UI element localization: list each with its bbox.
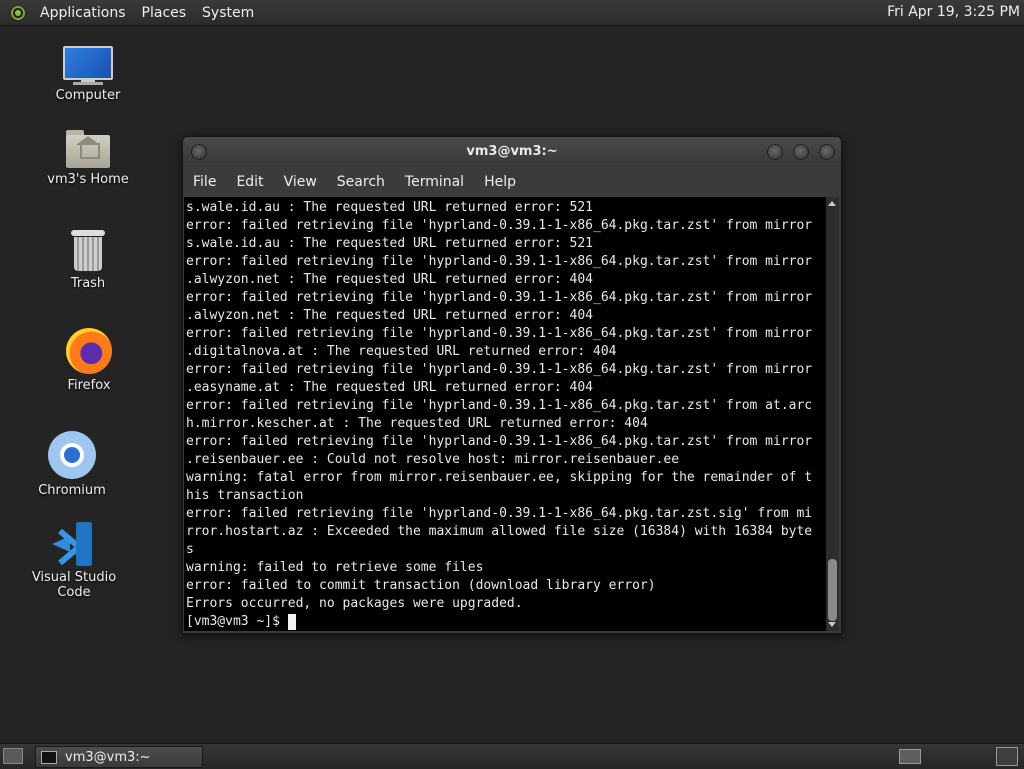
terminal-line: rror.hostart.az : Exceeded the maximum a… <box>186 524 813 539</box>
terminal-line: error: failed retrieving file 'hyprland-… <box>186 362 813 377</box>
desktop-icon-label: Firefox <box>67 378 111 393</box>
terminal-line: error: failed retrieving file 'hyprland-… <box>186 398 813 413</box>
window-titlebar[interactable]: vm3@vm3:~ <box>183 137 841 167</box>
terminal-line: error: failed retrieving file 'hyprland-… <box>186 506 813 521</box>
desktop-icon-label: Chromium <box>38 483 106 498</box>
minimize-button[interactable] <box>767 144 783 160</box>
terminal-line: error: failed retrieving file 'hyprland-… <box>186 218 813 233</box>
menu-applications[interactable]: Applications <box>32 5 134 21</box>
vscode-icon <box>52 522 96 566</box>
desktop-icon-label: Computer <box>55 88 121 103</box>
terminal-line: error: failed to commit transaction (dow… <box>186 578 656 593</box>
terminal-line: error: failed retrieving file 'hyprland-… <box>186 290 813 305</box>
close-button[interactable] <box>819 144 835 160</box>
chromium-icon <box>48 431 96 479</box>
desktop-icon-chromium[interactable]: Chromium <box>12 431 132 498</box>
desktop-icon-trash[interactable]: Trash <box>28 230 148 291</box>
terminal-line: .digitalnova.at : The requested URL retu… <box>186 344 617 359</box>
menu-search[interactable]: Search <box>327 174 395 190</box>
menu-file[interactable]: File <box>183 174 226 190</box>
scroll-up-icon[interactable] <box>828 201 836 206</box>
firefox-icon <box>66 328 112 374</box>
terminal-line: .reisenbauer.ee : Could not resolve host… <box>186 452 680 467</box>
terminal-line: error: failed retrieving file 'hyprland-… <box>186 254 813 269</box>
scroll-down-icon[interactable] <box>828 622 836 627</box>
prompt-line: [vm3@vm3 ~]$ <box>186 613 826 631</box>
menu-help[interactable]: Help <box>474 174 526 190</box>
menu-places[interactable]: Places <box>134 5 195 21</box>
terminal-window: vm3@vm3:~ File Edit View Search Terminal… <box>182 136 842 634</box>
scrollbar-thumb[interactable] <box>828 559 837 621</box>
terminal-output[interactable]: s.wale.id.au : The requested URL returne… <box>184 197 826 631</box>
terminal-scrollbar[interactable] <box>826 197 839 631</box>
terminal-line: s.wale.id.au : The requested URL returne… <box>186 200 593 215</box>
terminal-line: .alwyzon.net : The requested URL returne… <box>186 308 593 323</box>
bottom-panel: vm3@vm3:~ <box>0 743 1024 769</box>
terminal-line: error: failed retrieving file 'hyprland-… <box>186 326 813 341</box>
menu-terminal[interactable]: Terminal <box>395 174 474 190</box>
terminal-menubar: File Edit View Search Terminal Help <box>183 167 841 197</box>
desktop-icon-home[interactable]: vm3's Home <box>28 130 148 187</box>
menu-system[interactable]: System <box>194 5 262 21</box>
workspace-switcher[interactable] <box>899 749 921 764</box>
terminal-line: warning: failed to retrieve some files <box>186 560 484 575</box>
terminal-line: his transaction <box>186 488 304 503</box>
trash-applet-icon[interactable] <box>996 747 1018 766</box>
menu-edit[interactable]: Edit <box>226 174 273 190</box>
desktop-icon-label: Visual Studio Code <box>31 570 117 600</box>
desktop-icon-label: vm3's Home <box>47 172 129 187</box>
clock[interactable]: Fri Apr 19, 3:25 PM <box>887 4 1020 20</box>
terminal-lines: s.wale.id.au : The requested URL returne… <box>184 197 826 631</box>
terminal-line: warning: fatal error from mirror.reisenb… <box>186 470 813 485</box>
terminal-line: .alwyzon.net : The requested URL returne… <box>186 272 593 287</box>
trash-icon <box>71 230 105 272</box>
desktop-icon-vscode[interactable]: Visual Studio Code <box>14 522 134 600</box>
applications-logo-icon[interactable] <box>10 4 26 21</box>
taskbar-label: vm3@vm3:~ <box>65 749 151 765</box>
desktop-icon-label: Trash <box>70 276 106 291</box>
terminal-line: s.wale.id.au : The requested URL returne… <box>186 236 593 251</box>
taskbar-terminal-button[interactable]: vm3@vm3:~ <box>35 746 203 768</box>
terminal-line: .easyname.at : The requested URL returne… <box>186 380 593 395</box>
terminal-icon <box>41 750 57 764</box>
shell-prompt: [vm3@vm3 ~]$ <box>186 614 288 629</box>
maximize-button[interactable] <box>793 144 809 160</box>
menu-view[interactable]: View <box>274 174 327 190</box>
text-cursor <box>287 614 296 630</box>
home-folder-icon <box>66 130 110 168</box>
terminal-line: Errors occurred, no packages were upgrad… <box>186 596 523 611</box>
window-title: vm3@vm3:~ <box>466 144 558 159</box>
desktop-icon-firefox[interactable]: Firefox <box>29 328 149 393</box>
show-desktop-icon[interactable] <box>3 748 23 764</box>
terminal-line: error: failed retrieving file 'hyprland-… <box>186 434 813 449</box>
terminal-line: s <box>186 542 194 557</box>
desktop-icon-computer[interactable]: Computer <box>28 46 148 103</box>
top-panel: Applications Places System Fri Apr 19, 3… <box>0 0 1024 26</box>
terminal-line: h.mirror.kescher.at : The requested URL … <box>186 416 648 431</box>
computer-icon <box>63 46 113 85</box>
